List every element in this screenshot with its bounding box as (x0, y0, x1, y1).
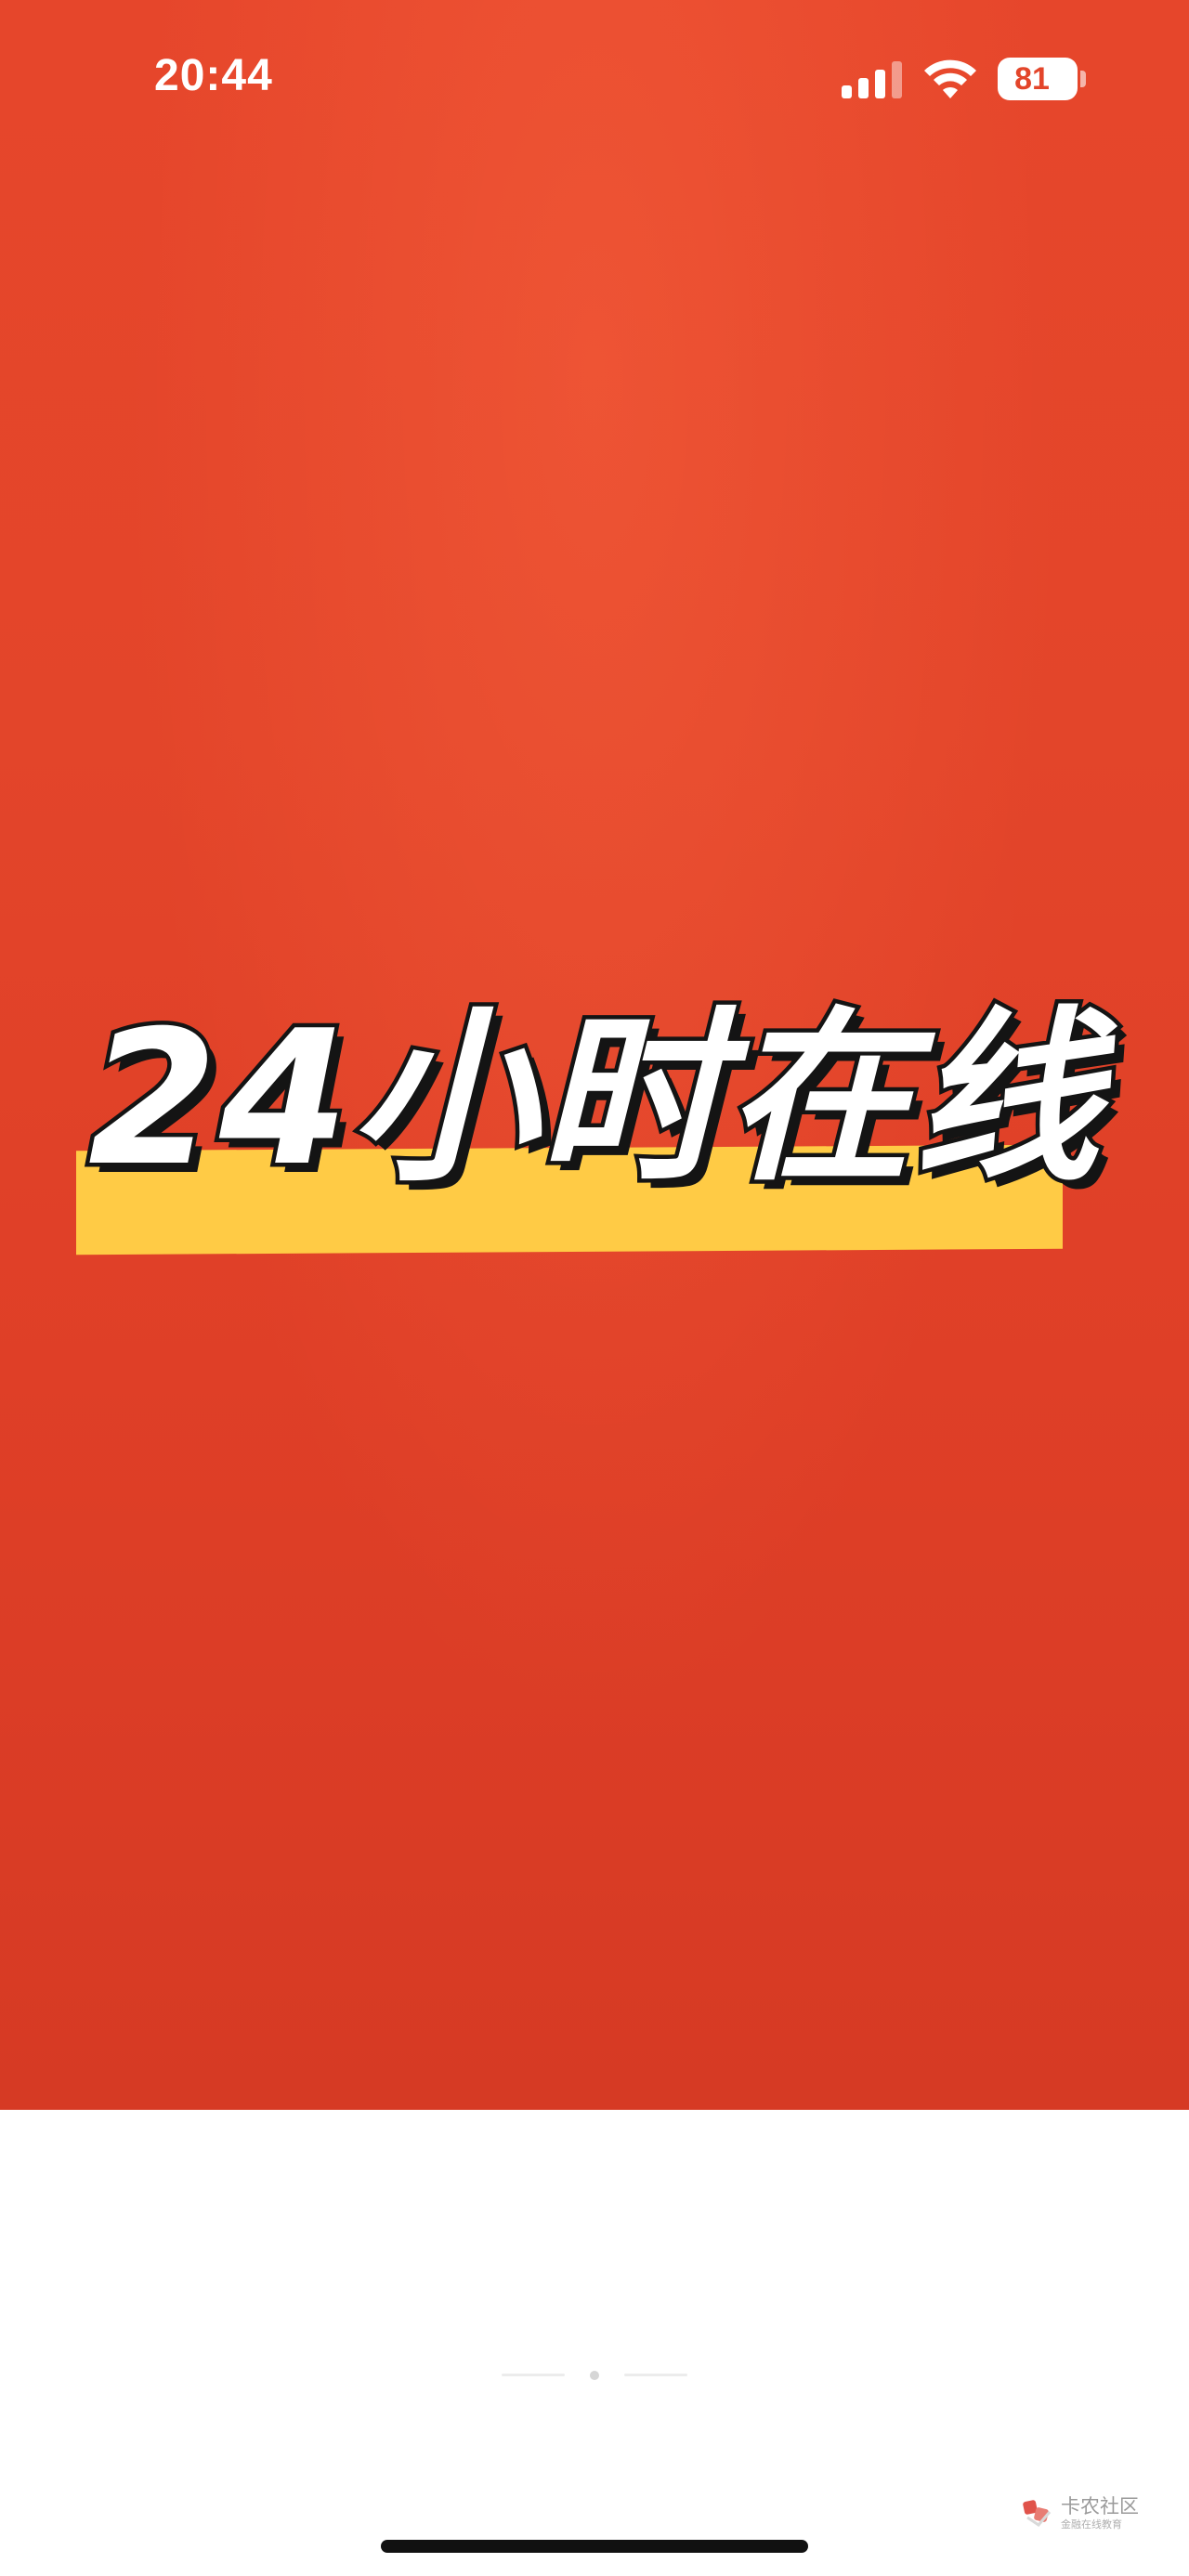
watermark-title: 卡农社区 (1061, 2495, 1139, 2517)
battery-icon: 81 (998, 58, 1078, 100)
page-indicator-current-dot (590, 2371, 599, 2380)
cellular-signal-icon (842, 61, 903, 98)
wifi-icon (924, 59, 976, 98)
page-indicator[interactable] (502, 2371, 687, 2380)
home-indicator[interactable] (381, 2540, 808, 2553)
battery-cap (1080, 71, 1086, 87)
watermark-subtitle: 金融在线教育 (1061, 2518, 1122, 2530)
headline-text: 24小时在线 (84, 987, 1103, 1212)
kanong-logo-icon (1023, 2500, 1052, 2527)
watermark: 卡农社区 金融在线教育 (1022, 2491, 1180, 2538)
status-bar: 20:44 81 (0, 0, 1189, 158)
page-indicator-line (624, 2374, 687, 2376)
poster-image[interactable]: 20:44 81 24小时在线 (0, 0, 1189, 2110)
screen: 20:44 81 24小时在线 卡农社区 金融在线教育 (0, 0, 1189, 2576)
status-time: 20:44 (154, 51, 273, 100)
page-indicator-line (502, 2374, 565, 2376)
battery-level: 81 (1014, 61, 1050, 97)
